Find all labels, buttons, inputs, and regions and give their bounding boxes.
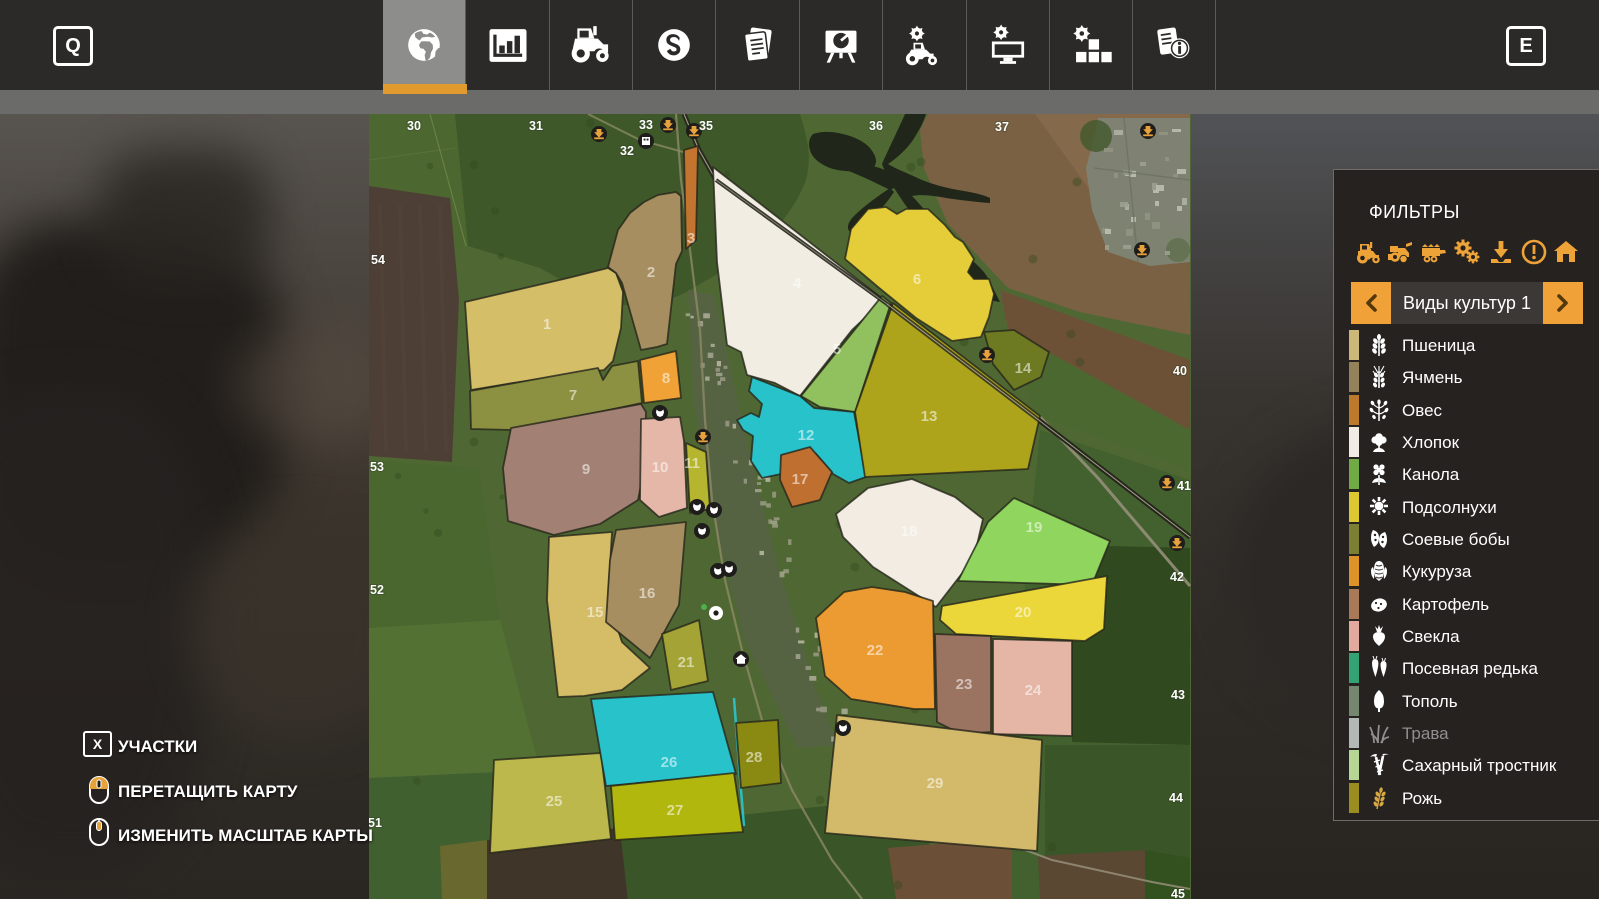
svg-text:17: 17 [792,471,809,488]
svg-text:7: 7 [569,387,577,404]
svg-text:51: 51 [369,816,382,830]
svg-text:52: 52 [370,583,384,597]
svg-text:5: 5 [833,341,841,358]
svg-text:27: 27 [667,802,684,819]
svg-text:36: 36 [869,119,883,133]
svg-text:26: 26 [661,754,678,771]
svg-text:8: 8 [662,370,670,387]
svg-text:13: 13 [921,408,938,425]
svg-text:25: 25 [546,793,563,810]
svg-text:15: 15 [587,604,604,621]
svg-text:1: 1 [543,316,551,333]
svg-text:32: 32 [620,144,634,158]
svg-text:23: 23 [956,676,973,693]
svg-text:19: 19 [1026,519,1043,536]
svg-text:4: 4 [793,275,802,292]
svg-text:20: 20 [1015,604,1032,621]
svg-text:14: 14 [1015,360,1032,377]
svg-text:6: 6 [913,271,921,288]
svg-text:42: 42 [1170,570,1184,584]
svg-text:22: 22 [867,642,884,659]
svg-text:31: 31 [529,119,543,133]
svg-text:10: 10 [652,459,669,476]
svg-text:2: 2 [647,264,655,281]
svg-text:54: 54 [371,253,385,267]
svg-text:12: 12 [798,427,815,444]
svg-text:37: 37 [995,120,1009,134]
svg-text:29: 29 [927,775,944,792]
svg-text:16: 16 [639,585,656,602]
svg-text:45: 45 [1171,887,1185,899]
svg-text:41: 41 [1177,479,1191,493]
svg-text:53: 53 [370,460,384,474]
svg-text:30: 30 [407,119,421,133]
svg-text:9: 9 [582,461,590,478]
svg-text:44: 44 [1169,791,1183,805]
svg-text:18: 18 [901,523,918,540]
svg-text:43: 43 [1171,688,1185,702]
svg-text:11: 11 [684,455,700,472]
svg-text:35: 35 [699,119,713,133]
svg-text:3: 3 [687,230,695,247]
svg-text:40: 40 [1173,364,1187,378]
svg-text:33: 33 [639,118,653,132]
svg-text:24: 24 [1025,682,1042,699]
svg-text:21: 21 [678,654,695,671]
svg-text:28: 28 [746,749,763,766]
